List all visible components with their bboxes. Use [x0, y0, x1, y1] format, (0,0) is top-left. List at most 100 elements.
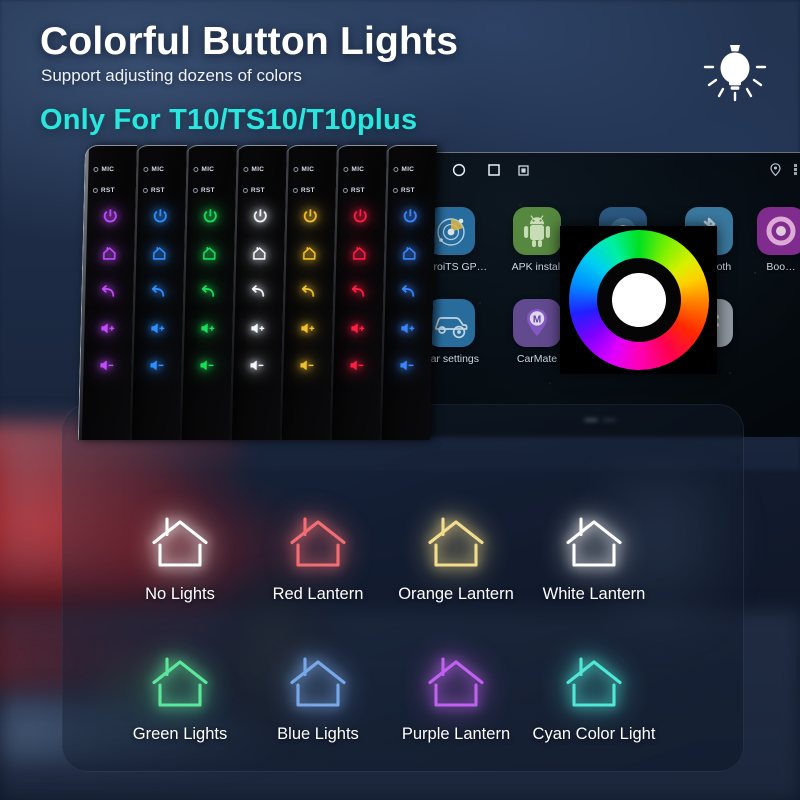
lantern-option-cyan-color-light[interactable]: Cyan Color Light: [504, 645, 684, 744]
mic-indicator-dot: [93, 167, 99, 172]
mic-label: MIC: [301, 166, 315, 173]
lantern-option-white-lantern[interactable]: White Lantern: [504, 505, 684, 604]
home-icon[interactable]: [100, 245, 118, 267]
volume-down-icon[interactable]: [147, 358, 165, 378]
back-icon[interactable]: [99, 283, 117, 305]
mic-indicator-dot: [193, 167, 199, 172]
house-icon[interactable]: [504, 505, 684, 577]
car-gear-icon[interactable]: [427, 299, 475, 347]
home-icon[interactable]: [300, 245, 318, 267]
lantern-options-grid: No Lights Red Lantern Orange Lantern White …: [0, 430, 800, 790]
bookmarks-icon[interactable]: [757, 207, 800, 255]
mic-label: MIC: [351, 166, 365, 173]
volume-down-icon[interactable]: [297, 358, 315, 378]
carmate-pin-icon[interactable]: M: [513, 299, 561, 347]
reset-indicator-dot: [242, 188, 248, 193]
mic-indicator-dot: [143, 167, 149, 172]
screenshot-icon[interactable]: [518, 165, 529, 176]
power-icon[interactable]: [101, 208, 119, 230]
device-panel-2[interactable]: MIC RST: [127, 145, 187, 440]
app-label: Boo…: [766, 261, 796, 273]
reset-label: RST: [350, 187, 365, 194]
back-icon[interactable]: [399, 283, 417, 305]
home-icon[interactable]: [400, 245, 418, 267]
home-icon[interactable]: [350, 245, 368, 267]
mic-indicator-dot: [293, 167, 299, 172]
page-subtitle: Support adjusting dozens of colors: [41, 66, 302, 85]
mic-label: MIC: [101, 166, 115, 173]
back-icon[interactable]: [199, 283, 217, 305]
back-icon[interactable]: [349, 283, 367, 305]
volume-down-icon[interactable]: [247, 358, 265, 378]
device-panel-1[interactable]: MIC RST: [77, 145, 137, 440]
color-wheel-inner: [596, 258, 681, 342]
mic-label: MIC: [151, 166, 165, 173]
volume-up-icon[interactable]: [98, 321, 116, 341]
reset-indicator-dot: [192, 188, 198, 193]
android-head-unit-screen: AndroiTS GP…APK installChromeBluetoothBo…: [400, 152, 800, 437]
reset-indicator-dot: [92, 188, 98, 193]
device-panel-5[interactable]: MIC RST: [277, 145, 337, 440]
home-icon[interactable]: [200, 245, 218, 267]
lightbulb-icon: [703, 45, 767, 102]
home-circle-icon[interactable]: [451, 162, 467, 178]
home-icon[interactable]: [150, 245, 168, 267]
lantern-label: Cyan Color Light: [532, 725, 656, 743]
home-icon[interactable]: [250, 245, 268, 267]
mic-label: MIC: [401, 166, 415, 173]
device-panel-3[interactable]: MIC RST: [177, 145, 237, 440]
house-icon[interactable]: [504, 645, 684, 717]
reset-label: RST: [150, 187, 165, 194]
power-icon[interactable]: [201, 208, 219, 230]
volume-up-icon[interactable]: [198, 321, 216, 341]
header: Colorful Button Lights Support adjusting…: [0, 0, 800, 150]
reset-label: RST: [200, 187, 215, 194]
reset-label: RST: [300, 187, 315, 194]
mic-indicator-dot: [243, 167, 249, 172]
more-icon: [794, 164, 797, 175]
back-icon[interactable]: [249, 283, 267, 305]
app-icon-boo[interactable]: Boo…: [744, 207, 800, 273]
svg-text:M: M: [533, 314, 541, 325]
device-panel-7[interactable]: MIC RST: [377, 145, 437, 440]
reset-indicator-dot: [392, 188, 398, 193]
reset-label: RST: [250, 187, 265, 194]
color-wheel-ring[interactable]: [568, 230, 709, 370]
android-icon[interactable]: [513, 207, 561, 255]
color-wheel-picker[interactable]: [560, 226, 717, 374]
power-icon[interactable]: [301, 208, 319, 230]
device-panel-4[interactable]: MIC RST: [227, 145, 287, 440]
power-icon[interactable]: [351, 208, 369, 230]
mic-label: MIC: [251, 166, 265, 173]
recents-square-icon[interactable]: [486, 162, 502, 178]
page-title: Colorful Button Lights: [40, 20, 459, 63]
volume-up-icon[interactable]: [398, 321, 416, 341]
android-status-bar: [400, 153, 800, 187]
power-icon[interactable]: [401, 208, 419, 230]
location-pin-icon: [770, 163, 781, 176]
back-icon[interactable]: [149, 283, 167, 305]
reset-indicator-dot: [342, 188, 348, 193]
mic-indicator-dot: [343, 167, 349, 172]
volume-up-icon[interactable]: [298, 321, 316, 341]
power-icon[interactable]: [251, 208, 269, 230]
color-wheel-center-swatch[interactable]: [611, 273, 666, 327]
device-panel-6[interactable]: MIC RST: [327, 145, 387, 440]
mic-label: MIC: [201, 166, 215, 173]
volume-up-icon[interactable]: [148, 321, 166, 341]
reset-indicator-dot: [292, 188, 298, 193]
volume-up-icon[interactable]: [248, 321, 266, 341]
volume-up-icon[interactable]: [348, 321, 366, 341]
reset-indicator-dot: [142, 188, 148, 193]
reset-label: RST: [400, 187, 415, 194]
volume-down-icon[interactable]: [397, 358, 415, 378]
volume-down-icon[interactable]: [347, 358, 365, 378]
mic-indicator-dot: [393, 167, 399, 172]
back-icon[interactable]: [299, 283, 317, 305]
lantern-label: White Lantern: [542, 585, 646, 603]
power-icon[interactable]: [151, 208, 169, 230]
model-compatibility-text: Only For T10/TS10/T10plus: [40, 104, 418, 136]
reset-label: RST: [100, 187, 115, 194]
volume-down-icon[interactable]: [97, 358, 115, 378]
volume-down-icon[interactable]: [197, 358, 215, 378]
